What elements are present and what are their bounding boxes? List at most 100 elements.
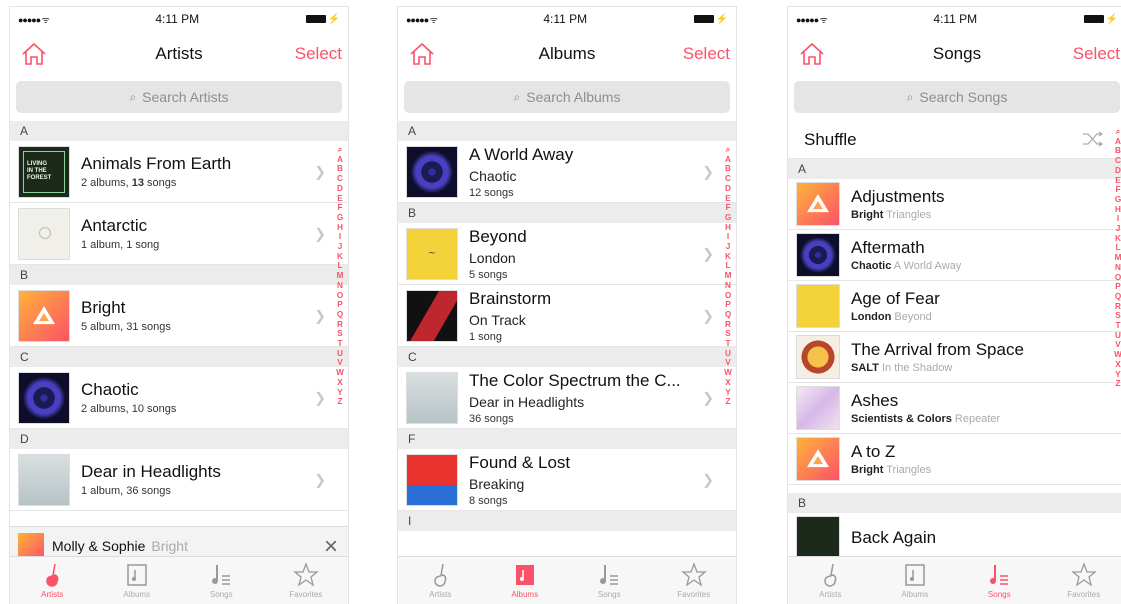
song-list: Shuffle A Adjustments Bright Triangles A…: [788, 121, 1121, 564]
tab-artists[interactable]: Artists: [398, 557, 483, 604]
list-item[interactable]: A to Z Bright Triangles: [788, 434, 1121, 485]
chevron-right-icon: ❯: [314, 471, 326, 487]
star-icon: [680, 562, 707, 587]
tab-artists[interactable]: Artists: [10, 557, 95, 604]
page-title: Songs: [932, 44, 982, 63]
alphabet-index[interactable]: ⌕ABCDEFGHIJKLMNOPQRSTUVWXYZ: [1113, 127, 1121, 389]
tab-albums[interactable]: Albums: [483, 557, 568, 604]
album-artist: On Track: [469, 311, 526, 328]
search-input[interactable]: ⌕ Search Albums: [404, 81, 730, 113]
section-header: D: [10, 429, 348, 449]
status-time: 4:11 PM: [155, 12, 200, 26]
album-title: Beyond: [469, 226, 527, 246]
home-icon[interactable]: [20, 41, 48, 67]
tab-albums[interactable]: Albums: [873, 557, 958, 604]
star-icon: [1070, 562, 1097, 587]
list-item[interactable]: LIVING IN THE FOREST Animals From Earth 2 …: [10, 141, 348, 203]
chevron-right-icon: ❯: [314, 389, 326, 405]
nav-bar: Artists Select: [10, 31, 348, 77]
album-title: Brainstorm: [469, 288, 552, 308]
album-art: [796, 437, 840, 481]
album-song-count: 12 songs: [469, 186, 514, 199]
list-item[interactable]: Brainstorm On Track 1 song ❯: [398, 285, 736, 347]
song-title: The Arrival from Space: [851, 340, 1024, 359]
list-item[interactable]: Aftermath Chaotic A World Away: [788, 230, 1121, 281]
battery-icon: ⚡: [693, 14, 728, 25]
artist-name: Antarctic: [81, 216, 148, 235]
select-button[interactable]: Select: [1073, 44, 1120, 64]
home-icon[interactable]: [408, 41, 436, 67]
song-title: Ashes: [851, 391, 899, 410]
album-art: [406, 371, 458, 424]
page-title: Artists: [155, 44, 203, 63]
tab-favorites[interactable]: Favorites: [264, 557, 349, 604]
albums-screen: ●●●●● ᯤ 4:11 PM ⚡ Albums Select ⌕ Search…: [397, 6, 737, 604]
song-title: Age of Fear: [851, 289, 940, 308]
home-icon[interactable]: [798, 41, 826, 67]
song-icon: [212, 565, 231, 585]
album-art: ~: [406, 227, 458, 280]
tab-bar: Artists Albums Songs Favorites: [788, 556, 1121, 604]
artist-count: 5 album, 31 songs: [81, 321, 171, 333]
now-playing-title: Molly & Sophie: [52, 537, 146, 554]
signal-icon: ●●●●● ᯤ: [18, 14, 50, 25]
section-header: B: [10, 265, 348, 285]
album-icon: [127, 564, 147, 586]
section-header: A: [788, 159, 1121, 179]
alphabet-index[interactable]: ⌕ABCDEFGHIJKLMNOPQRSTUVWXYZ: [723, 145, 733, 407]
status-bar: ●●●●● ᯤ 4:11 PM ⚡: [398, 7, 736, 31]
alphabet-index[interactable]: ⌕ABCDEFGHIJKLMNOPQRSTUVWXYZ: [335, 145, 345, 407]
tab-albums[interactable]: Albums: [95, 557, 180, 604]
search-icon: ⌕: [513, 89, 521, 104]
album-art: [406, 453, 458, 506]
select-button[interactable]: Select: [683, 44, 730, 64]
album-art: [18, 207, 70, 260]
song-subtitle: Chaotic A World Away: [851, 260, 962, 272]
search-input[interactable]: ⌕ Search Artists: [16, 81, 342, 113]
list-item[interactable]: A World Away Chaotic 12 songs ❯: [398, 141, 736, 203]
tab-artists[interactable]: Artists: [788, 557, 873, 604]
album-art: LIVING IN THE FOREST: [18, 145, 70, 198]
tab-bar: Artists Albums Songs Favorites: [398, 556, 736, 604]
artist-name: Dear in Headlights: [81, 462, 221, 481]
list-item[interactable]: Dear in Headlights 1 album, 36 songs ❯: [10, 449, 348, 511]
tab-songs[interactable]: Songs: [957, 557, 1042, 604]
album-list: A A World Away Chaotic 12 songs ❯ B ~ Be…: [398, 121, 736, 531]
tab-songs[interactable]: Songs: [567, 557, 652, 604]
tab-songs[interactable]: Songs: [179, 557, 264, 604]
list-item[interactable]: Antarctic 1 album, 1 song ❯: [10, 203, 348, 265]
list-item[interactable]: Ashes Scientists & Colors Repeater: [788, 383, 1121, 434]
song-subtitle: Scientists & Colors Repeater: [851, 413, 1001, 425]
list-item[interactable]: Age of Fear London Beyond: [788, 281, 1121, 332]
search-input[interactable]: ⌕ Search Songs: [794, 81, 1120, 113]
tab-favorites[interactable]: Favorites: [652, 557, 737, 604]
now-playing-artist: Bright: [151, 537, 188, 554]
album-art: [406, 289, 458, 342]
nav-bar: Songs Select: [788, 31, 1121, 77]
chevron-right-icon: ❯: [314, 163, 326, 179]
tab-bar: Artists Albums Songs Favorites: [10, 556, 348, 604]
signal-icon: ●●●●● ᯤ: [796, 14, 828, 25]
list-item[interactable]: ~ Beyond London 5 songs ❯: [398, 223, 736, 285]
select-button[interactable]: Select: [295, 44, 342, 64]
section-header: A: [10, 121, 348, 141]
tab-favorites[interactable]: Favorites: [1042, 557, 1121, 604]
album-art: [796, 386, 840, 430]
list-item[interactable]: Found & Lost Breaking 8 songs ❯: [398, 449, 736, 511]
chevron-right-icon: ❯: [702, 245, 714, 261]
song-title: A to Z: [851, 442, 896, 461]
guitar-icon: [824, 563, 837, 587]
section-header: C: [10, 347, 348, 367]
list-item[interactable]: Bright 5 album, 31 songs ❯: [10, 285, 348, 347]
album-icon: [905, 564, 925, 586]
list-item[interactable]: The Color Spectrum the C... Dear in Head…: [398, 367, 736, 429]
section-header: B: [788, 493, 1121, 513]
album-artist: Breaking: [469, 475, 525, 492]
battery-icon: ⚡: [1083, 14, 1118, 25]
list-item[interactable]: Chaotic 2 albums, 10 songs ❯: [10, 367, 348, 429]
shuffle-button[interactable]: Shuffle: [788, 121, 1121, 159]
list-item[interactable]: Adjustments Bright Triangles: [788, 179, 1121, 230]
list-item[interactable]: The Arrival from Space SALT In the Shado…: [788, 332, 1121, 383]
page-title: Albums: [538, 44, 596, 63]
song-subtitle: Bright Triangles: [851, 209, 932, 221]
